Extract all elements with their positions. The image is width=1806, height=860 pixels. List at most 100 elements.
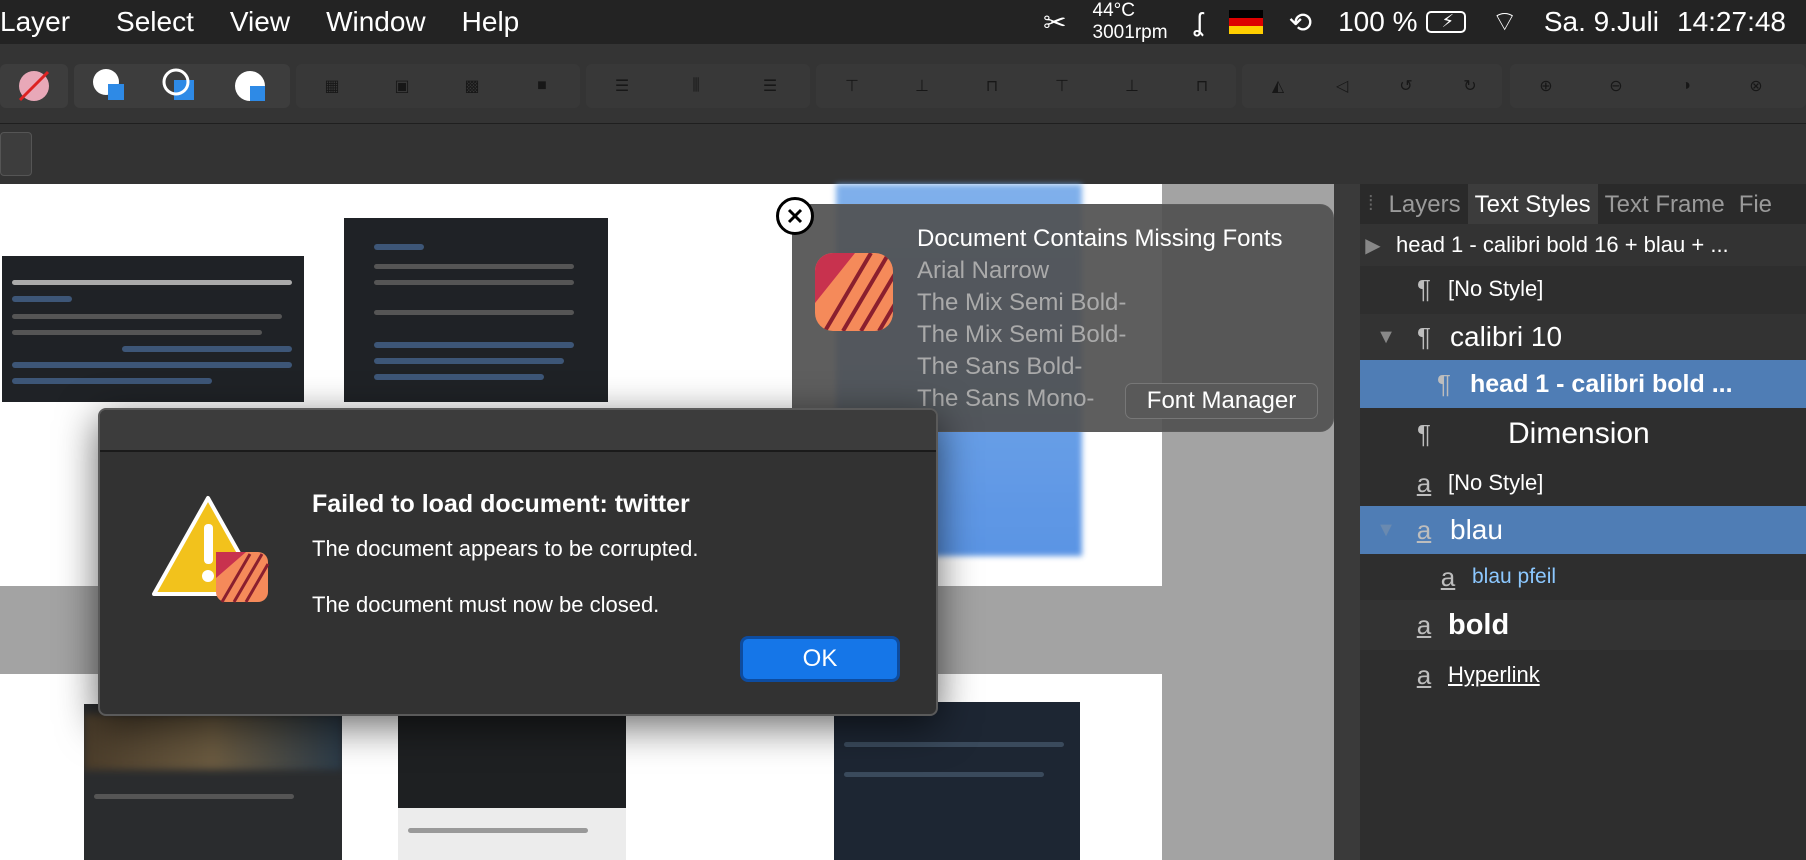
move-back-icon[interactable] xyxy=(150,64,210,108)
character-style-icon: a xyxy=(1416,659,1432,690)
rotate-left-icon[interactable]: ↺ xyxy=(1376,64,1436,108)
collapse-triangle-icon[interactable]: ▼ xyxy=(1374,519,1398,542)
boolean-divide-icon[interactable]: ⊗ xyxy=(1726,64,1786,108)
script-icon[interactable]: ʆ xyxy=(1194,7,1203,38)
flip-horizontal-icon[interactable]: ◭ xyxy=(1248,64,1308,108)
style-row-label: bold xyxy=(1448,608,1510,641)
toolbar-group-7: ⊕ ⊖ ◑ ⊗ xyxy=(1510,64,1806,108)
paragraph-icon: ¶ xyxy=(1417,418,1431,449)
german-flag-icon[interactable] xyxy=(1228,10,1263,34)
menu-help[interactable]: Help xyxy=(462,6,520,38)
style-row-head1-selected[interactable]: ¶ head 1 - calibri bold ... xyxy=(1360,360,1806,408)
toolbar-group-6: ◭ ◁ ↺ ↻ xyxy=(1242,64,1502,108)
distribute-top-icon[interactable]: ⊤ xyxy=(1032,64,1092,108)
align-bottom-icon[interactable]: ⊓ xyxy=(962,64,1022,108)
character-style-icon: a xyxy=(1416,467,1432,498)
text-styles-panel: ⁞ Layers Text Styles Text Frame Fie ▶ he… xyxy=(1360,184,1806,860)
align-middle-icon[interactable]: ⊥ xyxy=(892,64,952,108)
boolean-subtract-icon[interactable]: ⊖ xyxy=(1586,64,1646,108)
style-row-dimension[interactable]: ¶ Dimension xyxy=(1360,410,1806,458)
menubar-date[interactable]: Sa. 9.Juli xyxy=(1544,6,1659,38)
dialog-titlebar[interactable] xyxy=(100,410,936,452)
page-image-6 xyxy=(834,702,1080,860)
arrange-icon-4[interactable]: ■ xyxy=(512,64,572,108)
missing-font-item: The Mix Semi Bold- xyxy=(917,289,1127,316)
ok-button[interactable]: OK xyxy=(740,636,900,682)
scissors-icon[interactable]: ✂ xyxy=(1043,6,1066,39)
menu-window[interactable]: Window xyxy=(326,6,426,38)
arrange-icon-1[interactable]: ▦ xyxy=(302,64,362,108)
style-row-blau[interactable]: ▼ a blau xyxy=(1360,506,1806,554)
collapse-triangle-icon[interactable]: ▼ xyxy=(1374,326,1398,349)
paragraph-icon: ¶ xyxy=(1437,368,1451,399)
align-right-icon[interactable]: ☰ xyxy=(740,64,800,108)
panel-tabs: ⁞ Layers Text Styles Text Frame Fie xyxy=(1360,184,1806,224)
tab-layers[interactable]: Layers xyxy=(1382,184,1468,224)
context-button[interactable] xyxy=(0,132,32,176)
warning-icon xyxy=(150,494,270,604)
style-row-bold[interactable]: a bold xyxy=(1360,600,1806,650)
style-row-label: Dimension xyxy=(1508,417,1650,450)
move-front-icon[interactable] xyxy=(80,64,140,108)
style-row-group-header[interactable]: ▶ head 1 - calibri bold 16 + blau + ... xyxy=(1360,224,1806,266)
arrange-icon-2[interactable]: ▣ xyxy=(372,64,432,108)
character-style-icon: a xyxy=(1416,514,1432,545)
toolbar-group-4: ☰ ⫼ ☰ xyxy=(586,64,810,108)
page-image-1 xyxy=(2,256,304,402)
missing-font-item: The Sans Mono- xyxy=(917,385,1095,412)
affinity-publisher-icon xyxy=(815,253,893,331)
canvas-scrollbar[interactable] xyxy=(1334,184,1360,860)
flip-vertical-icon[interactable]: ◁ xyxy=(1312,64,1372,108)
toolbar-group-2 xyxy=(74,64,290,108)
rotate-right-icon[interactable]: ↻ xyxy=(1440,64,1500,108)
page-image-4 xyxy=(84,704,342,860)
close-icon[interactable] xyxy=(776,197,814,235)
missing-font-item: The Sans Bold- xyxy=(917,353,1083,380)
style-row-label: head 1 - calibri bold 16 + blau + ... xyxy=(1396,232,1729,257)
style-row-no-style-character[interactable]: a [No Style] xyxy=(1360,460,1806,506)
menu-select[interactable]: Select xyxy=(116,6,194,38)
tab-text-frame[interactable]: Text Frame xyxy=(1598,184,1732,224)
menu-view[interactable]: View xyxy=(230,6,290,38)
style-row-hyperlink[interactable]: a Hyperlink xyxy=(1360,652,1806,698)
cpu-temp: 44°C xyxy=(1092,0,1135,21)
time-machine-icon[interactable]: ⟲ xyxy=(1289,6,1312,39)
arrange-icon-3[interactable]: ▩ xyxy=(442,64,502,108)
style-row-blau-pfeil[interactable]: a blau pfeil xyxy=(1360,554,1806,600)
style-row-label: blau xyxy=(1450,514,1503,545)
wifi-icon[interactable]: ⌔ xyxy=(1492,5,1518,40)
intersect-icon[interactable] xyxy=(220,64,280,108)
error-dialog: Failed to load document: twitter The doc… xyxy=(98,408,938,716)
tab-text-styles[interactable]: Text Styles xyxy=(1467,184,1598,224)
tab-fields[interactable]: Fie xyxy=(1732,184,1779,224)
battery-percent[interactable]: 100 % xyxy=(1338,6,1417,38)
cpu-status[interactable]: 44°C 3001rpm xyxy=(1093,0,1168,44)
missing-fonts-notification: Document Contains Missing Fonts Arial Na… xyxy=(792,204,1334,432)
dialog-message: The document appears to be corrupted. xyxy=(312,536,699,561)
character-style-icon: a xyxy=(1416,609,1432,640)
distribute-middle-icon[interactable]: ⊥ xyxy=(1102,64,1162,108)
align-left-icon[interactable]: ☰ xyxy=(592,64,652,108)
notification-title: Document Contains Missing Fonts xyxy=(917,225,1283,252)
font-manager-button[interactable]: Font Manager xyxy=(1125,383,1318,419)
boolean-add-icon[interactable]: ⊕ xyxy=(1516,64,1576,108)
align-top-icon[interactable]: ⊤ xyxy=(822,64,882,108)
menu-layer[interactable]: Layer xyxy=(0,6,70,38)
style-row-label: [No Style] xyxy=(1448,276,1544,301)
fan-rpm: 3001rpm xyxy=(1092,22,1168,43)
status-area: ✂ 44°C 3001rpm ʆ ⟲ 100 % ⚡ ⌔ Sa. 9.Juli … xyxy=(1043,0,1786,44)
context-toolbar xyxy=(0,124,1806,184)
menu-bar: Layer Select View Window Help ✂ 44°C 300… xyxy=(0,0,1806,44)
expand-triangle-icon[interactable]: ▶ xyxy=(1360,233,1386,258)
style-row-no-style-paragraph[interactable]: ¶ [No Style] xyxy=(1360,266,1806,312)
align-center-icon[interactable]: ⫼ xyxy=(666,64,726,108)
style-row-calibri-10[interactable]: ▼ ¶ calibri 10 xyxy=(1360,314,1806,360)
no-fill-flower-icon[interactable] xyxy=(4,64,64,108)
menubar-time[interactable]: 14:27:48 xyxy=(1677,6,1786,38)
boolean-intersect-icon[interactable]: ◑ xyxy=(1656,64,1716,108)
toolbar-group-3: ▦ ▣ ▩ ■ xyxy=(296,64,580,108)
panel-grip-icon[interactable]: ⁞ xyxy=(1360,193,1382,216)
battery-icon[interactable]: ⚡ xyxy=(1425,11,1466,33)
distribute-bottom-icon[interactable]: ⊓ xyxy=(1172,64,1232,108)
dialog-message-close: The document must now be closed. xyxy=(312,592,660,617)
